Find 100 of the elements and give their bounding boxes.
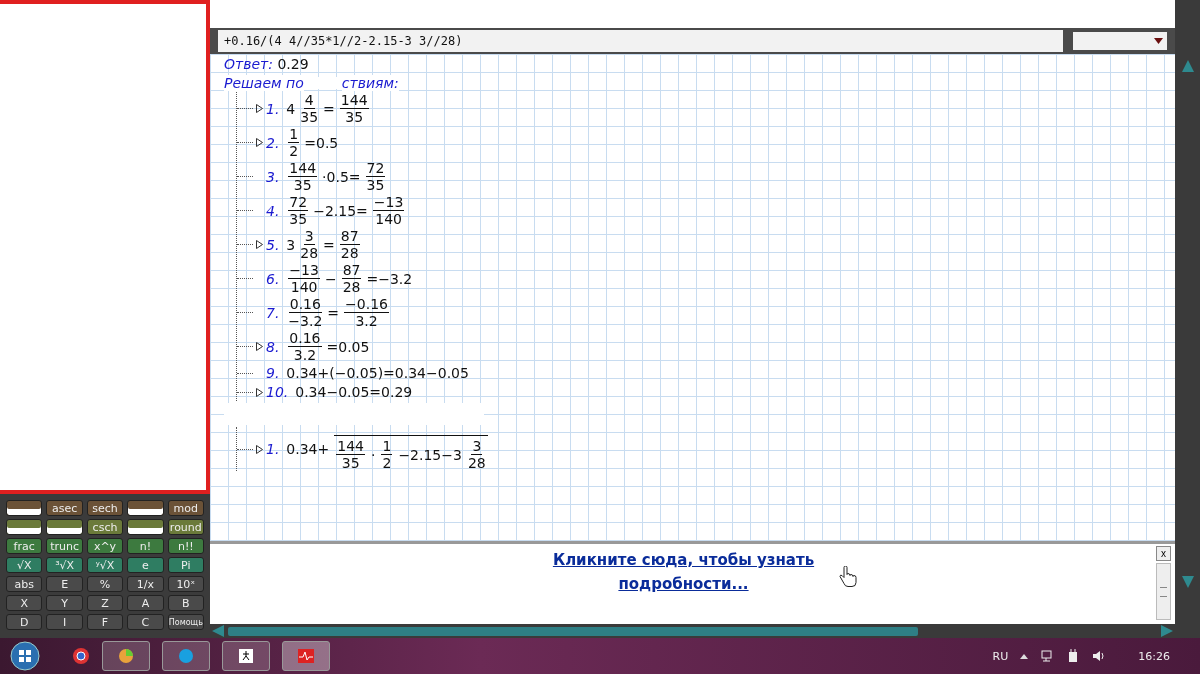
calculator-key[interactable]: √X [6,557,43,573]
denominator: −3.2 [288,313,323,329]
scrollbar-thumb[interactable] [228,626,918,636]
calculator-key[interactable]: D [6,614,43,630]
taskbar-button[interactable] [102,641,150,671]
section-heading: Решаем по [224,75,304,91]
network-icon[interactable] [1040,649,1055,663]
calculator-key[interactable]: Помощь [167,614,205,630]
numerator: 4 [303,92,315,109]
calculator-key[interactable]: 1/x [127,576,164,592]
denominator: 35 [345,109,364,125]
denominator: 28 [342,279,361,295]
denominator: 35 [341,455,360,471]
math-text: =−3.2 [366,270,413,287]
colorful-ball-icon [118,648,134,664]
language-indicator[interactable]: RU [992,649,1009,663]
scroll-up-icon[interactable] [1181,60,1194,72]
numerator: 1 [288,126,300,143]
tray-expand-icon[interactable] [1020,653,1029,659]
math-text: 0.34+(−0.05)=0.34−0.05 [286,365,469,381]
volume-icon[interactable] [1092,649,1107,663]
calculator-key[interactable]: Z [86,595,124,611]
expression-field[interactable]: +0.16/(4 4//35*1//2-2.15-3 3//28) [218,30,1063,52]
numerator: 1 [381,438,393,455]
denominator: 3.2 [293,347,317,363]
math-text: =0.05 [326,338,370,355]
calculator-key[interactable]: trunc [46,538,83,554]
answer-label: Ответ: [224,56,273,72]
tree-connector [237,372,253,374]
calculator-key[interactable]: I [46,614,83,630]
calculator-key[interactable]: round [167,519,205,535]
calculator-key[interactable]: 10ˣ [167,576,205,592]
calculator-key[interactable] [127,519,164,535]
denominator: 3.2 [355,313,378,329]
calculator-key[interactable]: abs [6,576,43,592]
step-number: 5. [266,236,280,253]
numerator: 0.16 [288,296,322,313]
step-number: 10. [266,384,289,400]
denominator: 35 [366,177,385,193]
step-number: 1. [266,441,280,457]
numerator: 3 [471,438,483,455]
expand-triangle-icon[interactable] [256,387,263,397]
calculator-key[interactable]: Pi [167,557,205,573]
section-heading: ствиям: [341,75,399,91]
calculator-key[interactable]: x^y [86,538,124,554]
calculator-key[interactable]: E [46,576,83,592]
calculator-key[interactable] [6,500,43,516]
expand-triangle-icon[interactable] [256,138,263,147]
math-text: −2.15−3 [398,446,462,463]
details-link[interactable]: Кликните сюда, чтобы узнать подробности... [528,548,839,596]
expand-triangle-icon[interactable] [256,104,263,113]
calculator-key[interactable] [46,519,83,535]
calculator-key[interactable]: ³√X [46,557,83,573]
calculator-key[interactable]: B [167,595,205,611]
denominator: 35 [289,211,308,227]
math-text: − [324,270,337,287]
calculator-key[interactable] [127,500,164,516]
calculator-key[interactable]: C [127,614,164,630]
denominator: 28 [340,245,359,261]
numerator: 144 [288,160,318,177]
step-number: 3. [266,168,280,185]
calculator-key[interactable]: ʸ√X [86,557,124,573]
calculator-key[interactable]: asec [46,500,83,516]
clock[interactable]: 16:26 [1138,649,1170,663]
hand-cursor-icon [838,566,857,588]
expand-triangle-icon[interactable] [256,240,263,249]
calculator-key[interactable]: n! [127,538,164,554]
math-text: 0.34+ [286,441,330,457]
calculator-key[interactable]: mod [167,500,205,516]
calculator-key[interactable]: % [86,576,124,592]
calculator-key[interactable]: F [86,614,124,630]
scrollbar[interactable] [1156,563,1171,620]
calculator-key[interactable] [6,519,43,535]
calculator-key[interactable]: e [127,557,164,573]
calculator-key[interactable]: n!! [167,538,205,554]
dropdown-arrow-icon [1154,38,1163,44]
numerator: −0.16 [344,296,389,313]
denominator: 28 [300,245,319,261]
numerator: −13 [372,194,405,211]
expand-triangle-icon[interactable] [256,342,263,351]
vertical-scrollbar[interactable] [1175,0,1200,638]
browser-icon[interactable] [72,647,90,665]
calculator-key[interactable]: sech [86,500,124,516]
close-button[interactable]: x [1156,546,1171,561]
expand-triangle-icon[interactable] [256,444,263,454]
calculator-key[interactable]: csch [86,519,124,535]
calculator-key[interactable]: A [127,595,164,611]
calculator-key[interactable]: Y [46,595,83,611]
step-number: 1. [266,100,280,117]
start-button[interactable] [10,641,40,671]
math-text: =0.5 [304,134,339,151]
answer-value: 0.29 [277,56,309,72]
calculator-key[interactable]: X [6,595,43,611]
denominator: 28 [467,455,486,471]
calculator-key[interactable]: frac [6,538,43,554]
taskbar-button[interactable] [222,641,270,671]
denominator: 140 [290,279,318,295]
math-text: · [371,446,376,463]
scroll-down-icon[interactable] [1181,576,1194,588]
math-text: 3 [286,236,296,253]
